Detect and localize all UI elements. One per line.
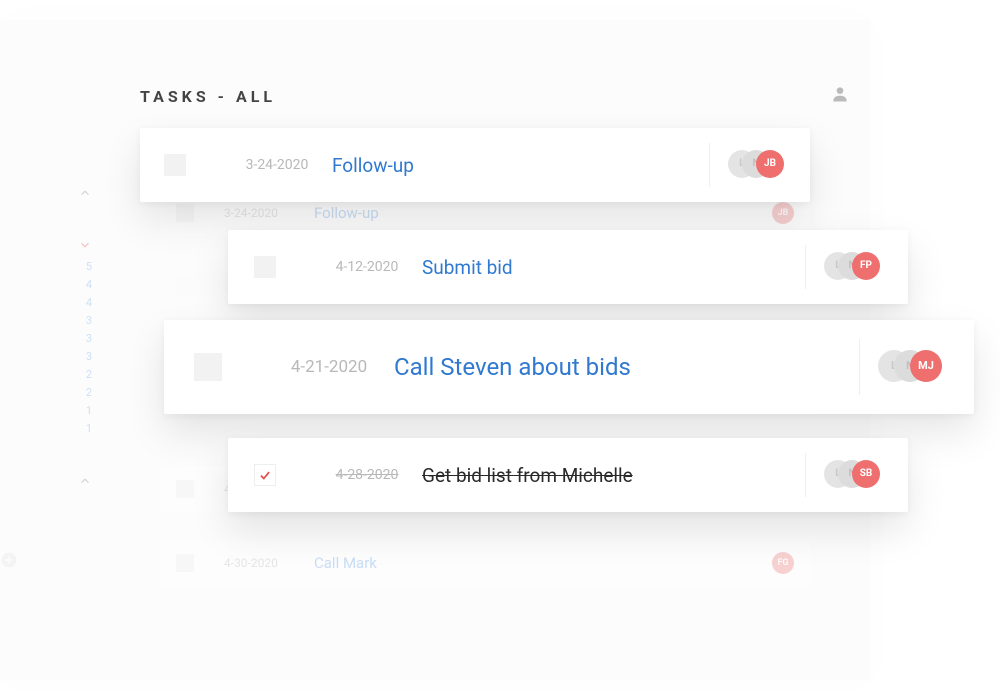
sidebar-counts: 5 4 4 3 3 3 2 2 1 1 bbox=[0, 258, 110, 438]
task-date: 4-21-2020 bbox=[264, 357, 394, 377]
assignee-avatar[interactable]: SB bbox=[852, 460, 880, 488]
task-checkbox[interactable] bbox=[176, 204, 194, 222]
task-card[interactable]: 3-24-2020 Follow-up L N JB bbox=[140, 128, 810, 202]
assignee-group[interactable]: L N MJ bbox=[859, 339, 944, 395]
sidebar-fragment: 5 4 4 3 3 3 2 2 1 1 bbox=[0, 180, 110, 494]
task-checkbox[interactable] bbox=[164, 154, 186, 176]
task-date: 3-24-2020 bbox=[222, 157, 332, 173]
chevron-up-icon[interactable] bbox=[0, 180, 110, 206]
task-row[interactable]: 4-30-2020 Call Mark FG bbox=[160, 540, 810, 586]
task-checkbox-checked[interactable] bbox=[254, 464, 276, 486]
assignee-avatar[interactable]: JB bbox=[772, 202, 794, 224]
page-header: TASKS - ALL bbox=[140, 84, 850, 108]
assignee-avatar[interactable]: FG bbox=[772, 552, 794, 574]
assignee-group[interactable]: L N JB bbox=[709, 143, 786, 187]
task-title[interactable]: Call Mark bbox=[314, 554, 772, 572]
task-title[interactable]: Follow-up bbox=[314, 204, 772, 222]
task-checkbox[interactable] bbox=[176, 554, 194, 572]
task-card[interactable]: 4-28-2020 Get bid list from Michelle L N… bbox=[228, 438, 908, 512]
task-checkbox[interactable] bbox=[194, 353, 222, 381]
task-card[interactable]: 4-12-2020 Submit bid L N FP bbox=[228, 230, 908, 304]
assignee-avatar[interactable]: JB bbox=[756, 150, 784, 178]
task-date: 4-28-2020 bbox=[312, 467, 422, 483]
chevron-up-icon[interactable] bbox=[0, 468, 110, 494]
task-date: 4-12-2020 bbox=[312, 259, 422, 275]
task-title[interactable]: Follow-up bbox=[332, 154, 699, 177]
task-title[interactable]: Submit bid bbox=[422, 256, 795, 279]
task-checkbox[interactable] bbox=[254, 256, 276, 278]
task-checkbox[interactable] bbox=[176, 480, 194, 498]
task-title[interactable]: Call Steven about bids bbox=[394, 353, 849, 381]
user-icon[interactable] bbox=[830, 84, 850, 108]
task-card[interactable]: 4-21-2020 Call Steven about bids L N MJ bbox=[164, 320, 974, 414]
page-title: TASKS - ALL bbox=[140, 87, 276, 106]
task-date: 4-30-2020 bbox=[224, 556, 314, 570]
assignee-group[interactable]: L N SB bbox=[805, 453, 882, 497]
chevron-down-icon[interactable] bbox=[0, 232, 110, 258]
add-icon[interactable] bbox=[0, 551, 18, 573]
task-checkbox[interactable] bbox=[176, 278, 194, 296]
check-icon bbox=[258, 468, 272, 482]
assignee-avatar[interactable]: FP bbox=[852, 252, 880, 280]
assignee-avatar[interactable]: MJ bbox=[910, 350, 942, 382]
task-date: 3-24-2020 bbox=[224, 206, 314, 220]
assignee-group[interactable]: L N FP bbox=[805, 245, 882, 289]
task-title[interactable]: Get bid list from Michelle bbox=[422, 464, 795, 487]
